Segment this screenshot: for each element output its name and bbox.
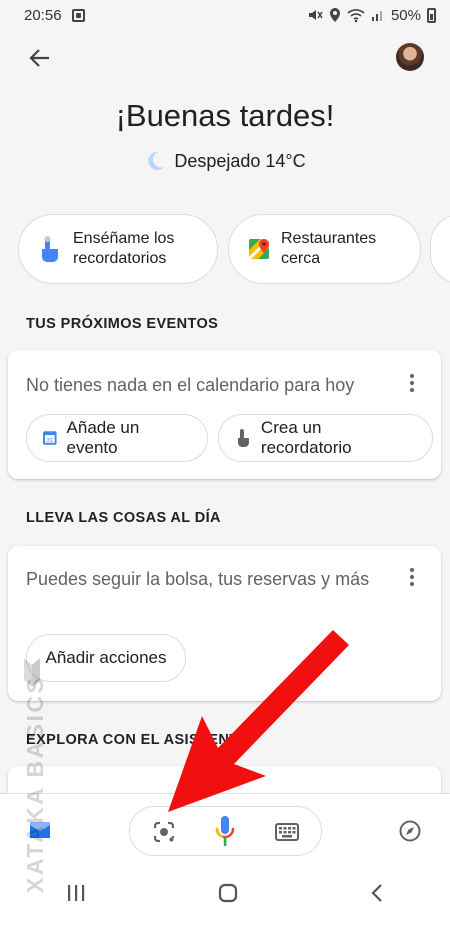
moon-icon [148, 151, 165, 170]
system-nav-bar [0, 865, 450, 925]
lens-icon [153, 821, 175, 843]
weather[interactable]: Despejado 14°C [0, 150, 450, 172]
updates-message: Puedes seguir la bolsa, tus reservas y m… [26, 569, 370, 589]
chip-restaurants[interactable]: Restaurantes cerca [228, 214, 421, 284]
app-notification-icon [71, 8, 85, 22]
recents-icon [68, 884, 85, 901]
chip-reminders[interactable]: Enséñame los recordatorios [18, 214, 218, 284]
clock: 20:56 [24, 6, 62, 24]
microphone-button[interactable] [214, 815, 236, 854]
watermark: XATAKA BASICS [20, 650, 50, 910]
events-section-title: TUS PRÓXIMOS EVENTOS [26, 316, 219, 332]
battery-icon [427, 7, 436, 23]
add-event-button[interactable]: 31 Añade un evento [26, 414, 208, 462]
updates-menu-icon[interactable] [409, 568, 415, 586]
status-bar: 20:56 50% [0, 0, 450, 30]
compass-icon [399, 820, 421, 842]
add-actions-button[interactable]: Añadir acciones [26, 634, 186, 682]
hand-pointer-icon [42, 236, 58, 262]
nav-back-icon [371, 883, 382, 902]
calendar-icon: 31 [43, 431, 57, 445]
add-reminder-label: Crea un recordatorio [260, 418, 352, 457]
chip-more[interactable] [430, 214, 450, 284]
chip-restaurants-label: Restaurantes cerca [281, 230, 377, 267]
events-menu-icon[interactable] [409, 374, 415, 392]
recents-button[interactable] [66, 884, 86, 907]
keyboard-icon [275, 823, 299, 841]
nav-back-button[interactable] [370, 883, 384, 908]
battery-percent: 50% [390, 6, 421, 24]
hand-pointer-icon [237, 429, 249, 447]
calendar-icon-day: 31 [47, 438, 53, 444]
assistant-bar [0, 793, 450, 865]
mic-icon [215, 816, 235, 846]
explore-button[interactable] [399, 820, 421, 847]
lens-button[interactable] [152, 820, 176, 849]
watermark-text: XATAKA BASICS [22, 675, 48, 893]
home-button[interactable] [218, 883, 238, 908]
events-card: No tienes nada en el calendario para hoy… [8, 350, 441, 479]
chip-reminders-label: Enséñame los recordatorios [73, 230, 175, 267]
updates-card: Puedes seguir la bolsa, tus reservas y m… [8, 546, 441, 701]
add-actions-label: Añadir acciones [45, 648, 167, 667]
events-message: No tienes nada en el calendario para hoy [26, 375, 355, 395]
greeting: ¡Buenas tardes! [115, 98, 335, 133]
explore-section-title: EXPLORA CON EL ASISTENTE [26, 732, 249, 748]
updates-section-title: LLEVA LAS COSAS AL DÍA [26, 510, 221, 526]
weather-text: Despejado 14°C [174, 150, 306, 171]
location-icon [329, 8, 340, 22]
avatar[interactable] [396, 43, 424, 71]
wifi-icon [347, 9, 365, 23]
keyboard-button[interactable] [275, 823, 299, 846]
back-button[interactable] [26, 44, 54, 72]
mute-icon [308, 10, 323, 20]
home-icon [218, 883, 238, 902]
add-event-label: Añade un evento [66, 418, 140, 457]
maps-icon [247, 237, 271, 261]
signal-icon [371, 11, 382, 21]
suggestion-chips: Enséñame los recordatorios Restaurantes … [18, 214, 450, 284]
assistant-input-bar [129, 806, 322, 856]
add-reminder-button[interactable]: Crea un recordatorio [218, 414, 433, 462]
arrow-back-icon [29, 49, 49, 67]
